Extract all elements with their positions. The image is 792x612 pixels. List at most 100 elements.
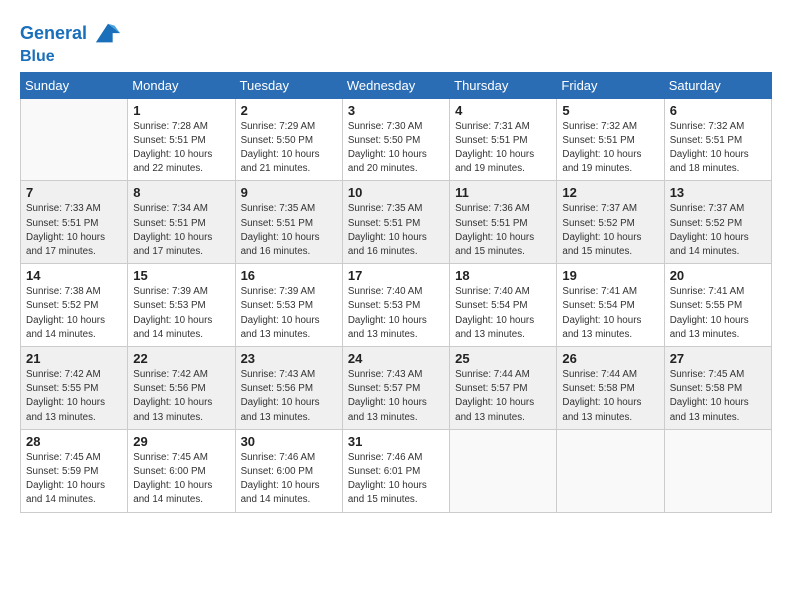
day-number: 18 [455,268,551,283]
calendar-header: SundayMondayTuesdayWednesdayThursdayFrid… [21,72,772,98]
day-number: 20 [670,268,766,283]
logo-general: General [20,23,87,43]
calendar-cell: 10 Sunrise: 7:35 AMSunset: 5:51 PMDayligh… [342,181,449,264]
day-number: 3 [348,103,444,118]
day-info: Sunrise: 7:45 AMSunset: 5:58 PMDaylight:… [670,368,766,425]
calendar-cell: 3 Sunrise: 7:30 AMSunset: 5:50 PMDaylight… [342,98,449,181]
logo: General Blue [20,20,122,66]
day-number: 31 [348,434,444,449]
calendar-cell: 23 Sunrise: 7:43 AMSunset: 5:56 PMDayligh… [235,347,342,430]
day-number: 11 [455,185,551,200]
calendar-cell: 19 Sunrise: 7:41 AMSunset: 5:54 PMDayligh… [557,264,664,347]
day-info: Sunrise: 7:30 AMSunset: 5:50 PMDaylight:… [348,120,444,177]
day-info: Sunrise: 7:35 AMSunset: 5:51 PMDaylight:… [241,202,337,259]
week-row-1: 1 Sunrise: 7:28 AMSunset: 5:51 PMDaylight… [21,98,772,181]
day-info: Sunrise: 7:31 AMSunset: 5:51 PMDaylight:… [455,120,551,177]
day-info: Sunrise: 7:32 AMSunset: 5:51 PMDaylight:… [562,120,658,177]
day-info: Sunrise: 7:44 AMSunset: 5:57 PMDaylight:… [455,368,551,425]
day-info: Sunrise: 7:33 AMSunset: 5:51 PMDaylight:… [26,202,122,259]
day-number: 19 [562,268,658,283]
day-info: Sunrise: 7:36 AMSunset: 5:51 PMDaylight:… [455,202,551,259]
day-info: Sunrise: 7:35 AMSunset: 5:51 PMDaylight:… [348,202,444,259]
day-number: 16 [241,268,337,283]
calendar-cell: 26Sunrise: 7:44 AMSunset: 5:58 PMDayligh… [557,347,664,430]
calendar-cell: 6Sunrise: 7:32 AMSunset: 5:51 PMDaylight… [664,98,771,181]
calendar-cell: 29Sunrise: 7:45 AMSunset: 6:00 PMDayligh… [128,429,235,512]
calendar-body: 1 Sunrise: 7:28 AMSunset: 5:51 PMDaylight… [21,98,772,512]
day-info: Sunrise: 7:39 AMSunset: 5:53 PMDaylight:… [241,285,337,342]
day-number: 27 [670,351,766,366]
logo-blue: Blue [20,48,122,66]
calendar-cell [450,429,557,512]
calendar-cell [557,429,664,512]
day-number: 26 [562,351,658,366]
day-info: Sunrise: 7:46 AMSunset: 6:00 PMDaylight:… [241,451,337,508]
weekday-header-monday: Monday [128,72,235,98]
weekday-header-wednesday: Wednesday [342,72,449,98]
day-info: Sunrise: 7:41 AMSunset: 5:54 PMDaylight:… [562,285,658,342]
calendar-cell: 30 Sunrise: 7:46 AMSunset: 6:00 PMDayligh… [235,429,342,512]
day-info: Sunrise: 7:43 AMSunset: 5:56 PMDaylight:… [241,368,337,425]
calendar-cell: 11 Sunrise: 7:36 AMSunset: 5:51 PMDayligh… [450,181,557,264]
day-info: Sunrise: 7:42 AMSunset: 5:56 PMDaylight:… [133,368,229,425]
day-number: 12 [562,185,658,200]
calendar-cell: 5 Sunrise: 7:32 AMSunset: 5:51 PMDaylight… [557,98,664,181]
calendar-cell: 24Sunrise: 7:43 AMSunset: 5:57 PMDayligh… [342,347,449,430]
header: General Blue [20,16,772,66]
day-number: 17 [348,268,444,283]
day-info: Sunrise: 7:46 AMSunset: 6:01 PMDaylight:… [348,451,444,508]
calendar-cell: 27 Sunrise: 7:45 AMSunset: 5:58 PMDayligh… [664,347,771,430]
day-number: 1 [133,103,229,118]
calendar-cell [21,98,128,181]
calendar-cell: 25 Sunrise: 7:44 AMSunset: 5:57 PMDayligh… [450,347,557,430]
day-info: Sunrise: 7:38 AMSunset: 5:52 PMDaylight:… [26,285,122,342]
weekday-header-thursday: Thursday [450,72,557,98]
calendar-cell: 22 Sunrise: 7:42 AMSunset: 5:56 PMDayligh… [128,347,235,430]
day-info: Sunrise: 7:42 AMSunset: 5:55 PMDaylight:… [26,368,122,425]
day-number: 5 [562,103,658,118]
calendar-table: SundayMondayTuesdayWednesdayThursdayFrid… [20,72,772,513]
day-info: Sunrise: 7:45 AMSunset: 6:00 PMDaylight:… [133,451,229,508]
calendar-cell: 17 Sunrise: 7:40 AMSunset: 5:53 PMDayligh… [342,264,449,347]
week-row-4: 21 Sunrise: 7:42 AMSunset: 5:55 PMDayligh… [21,347,772,430]
calendar-cell: 8Sunrise: 7:34 AMSunset: 5:51 PMDaylight… [128,181,235,264]
day-info: Sunrise: 7:39 AMSunset: 5:53 PMDaylight:… [133,285,229,342]
calendar-cell: 28 Sunrise: 7:45 AMSunset: 5:59 PMDayligh… [21,429,128,512]
calendar-cell: 21 Sunrise: 7:42 AMSunset: 5:55 PMDayligh… [21,347,128,430]
day-number: 2 [241,103,337,118]
day-number: 15 [133,268,229,283]
weekday-row: SundayMondayTuesdayWednesdayThursdayFrid… [21,72,772,98]
weekday-header-tuesday: Tuesday [235,72,342,98]
calendar-cell: 9 Sunrise: 7:35 AMSunset: 5:51 PMDaylight… [235,181,342,264]
day-number: 22 [133,351,229,366]
logo-text: General [20,20,122,48]
day-info: Sunrise: 7:40 AMSunset: 5:53 PMDaylight:… [348,285,444,342]
day-number: 25 [455,351,551,366]
day-number: 28 [26,434,122,449]
calendar-cell [664,429,771,512]
calendar-cell: 12Sunrise: 7:37 AMSunset: 5:52 PMDayligh… [557,181,664,264]
calendar-cell: 20 Sunrise: 7:41 AMSunset: 5:55 PMDayligh… [664,264,771,347]
calendar-cell: 13Sunrise: 7:37 AMSunset: 5:52 PMDayligh… [664,181,771,264]
day-number: 14 [26,268,122,283]
day-number: 10 [348,185,444,200]
page: General Blue SundayMondayTuesdayWednesda… [0,0,792,523]
day-number: 9 [241,185,337,200]
day-info: Sunrise: 7:32 AMSunset: 5:51 PMDaylight:… [670,120,766,177]
week-row-5: 28 Sunrise: 7:45 AMSunset: 5:59 PMDayligh… [21,429,772,512]
day-number: 21 [26,351,122,366]
day-number: 30 [241,434,337,449]
week-row-2: 7Sunrise: 7:33 AMSunset: 5:51 PMDaylight… [21,181,772,264]
day-info: Sunrise: 7:41 AMSunset: 5:55 PMDaylight:… [670,285,766,342]
calendar-cell: 1 Sunrise: 7:28 AMSunset: 5:51 PMDaylight… [128,98,235,181]
day-number: 4 [455,103,551,118]
calendar-cell: 18Sunrise: 7:40 AMSunset: 5:54 PMDayligh… [450,264,557,347]
day-number: 24 [348,351,444,366]
day-info: Sunrise: 7:28 AMSunset: 5:51 PMDaylight:… [133,120,229,177]
day-info: Sunrise: 7:45 AMSunset: 5:59 PMDaylight:… [26,451,122,508]
day-info: Sunrise: 7:34 AMSunset: 5:51 PMDaylight:… [133,202,229,259]
day-number: 23 [241,351,337,366]
week-row-3: 14 Sunrise: 7:38 AMSunset: 5:52 PMDayligh… [21,264,772,347]
calendar-cell: 16 Sunrise: 7:39 AMSunset: 5:53 PMDayligh… [235,264,342,347]
day-number: 13 [670,185,766,200]
